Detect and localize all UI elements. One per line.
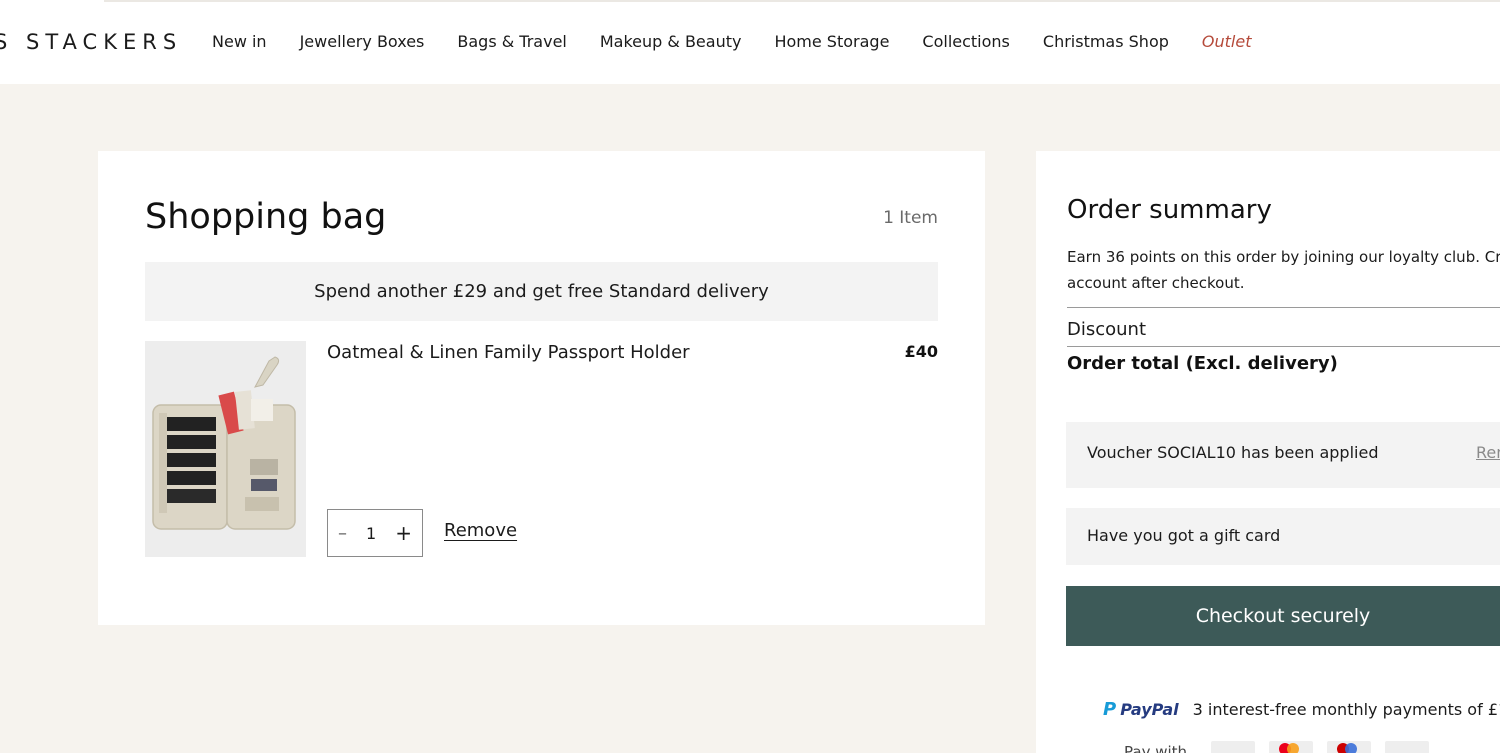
- order-summary-panel: Order summary Earn 36 points on this ord…: [1036, 151, 1500, 753]
- bag-item-count: 1 Item: [883, 208, 938, 228]
- product-name[interactable]: Oatmeal & Linen Family Passport Holder: [327, 342, 690, 363]
- shopping-bag-panel: Shopping bag 1 Item Spend another £29 an…: [98, 151, 985, 625]
- voucher-applied-box: Voucher SOCIAL10 has been applied Remove: [1066, 422, 1500, 488]
- order-summary-title: Order summary: [1067, 195, 1272, 225]
- paypal-pay-later[interactable]: P PayPal 3 interest-free monthly payment…: [1103, 699, 1500, 720]
- quantity-decrease-button[interactable]: –: [338, 523, 347, 544]
- voucher-text: Voucher SOCIAL10 has been applied: [1087, 443, 1379, 462]
- remove-item-link[interactable]: Remove: [444, 520, 517, 541]
- nav-home-storage[interactable]: Home Storage: [774, 32, 889, 51]
- paypal-brand: PayPal: [1120, 700, 1179, 719]
- main-nav: New in Jewellery Boxes Bags & Travel Mak…: [212, 32, 1284, 51]
- amex-icon: [1385, 741, 1429, 753]
- stackers-logo[interactable]: S STACKERS: [0, 30, 182, 54]
- site-header: S STACKERS New in Jewellery Boxes Bags &…: [0, 0, 1500, 84]
- maestro-icon: [1327, 741, 1371, 753]
- nav-outlet[interactable]: Outlet: [1202, 32, 1252, 51]
- loyalty-line-2: account after checkout.: [1067, 274, 1245, 292]
- quantity-value[interactable]: 1: [366, 524, 376, 543]
- summary-divider: [1067, 346, 1500, 347]
- checkout-securely-button[interactable]: Checkout securely: [1066, 586, 1500, 646]
- gift-card-label: Have you got a gift card: [1087, 526, 1281, 545]
- quantity-increase-button[interactable]: +: [395, 521, 412, 545]
- paypal-installments-text: 3 interest-free monthly payments of £1: [1192, 700, 1500, 719]
- nav-collections[interactable]: Collections: [922, 32, 1009, 51]
- loyalty-line-1: Earn 36 points on this order by joining …: [1067, 248, 1500, 266]
- payment-methods: [1211, 741, 1429, 753]
- summary-divider: [1067, 307, 1500, 308]
- discount-label: Discount: [1067, 319, 1147, 340]
- paypal-icon: P: [1103, 699, 1117, 720]
- gift-card-toggle[interactable]: Have you got a gift card: [1066, 508, 1500, 565]
- page-title: Shopping bag: [145, 197, 387, 237]
- loyalty-message: Earn 36 points on this order by joining …: [1067, 244, 1500, 296]
- pay-with-label: Pay with: [1124, 743, 1188, 753]
- voucher-remove-link[interactable]: Remove: [1476, 443, 1500, 462]
- header-divider: [104, 0, 1500, 2]
- product-price: £40: [904, 342, 938, 361]
- nav-bags-travel[interactable]: Bags & Travel: [457, 32, 566, 51]
- mastercard-icon: [1269, 741, 1313, 753]
- nav-makeup-beauty[interactable]: Makeup & Beauty: [600, 32, 742, 51]
- quantity-stepper: – 1 +: [327, 509, 423, 557]
- nav-christmas-shop[interactable]: Christmas Shop: [1043, 32, 1169, 51]
- nav-new-in[interactable]: New in: [212, 32, 267, 51]
- passport-holder-illustration: [145, 341, 306, 557]
- payment-card-icon: [1211, 741, 1255, 753]
- product-image-passport-holder[interactable]: [145, 341, 306, 557]
- free-delivery-banner: Spend another £29 and get free Standard …: [145, 262, 938, 321]
- nav-jewellery-boxes[interactable]: Jewellery Boxes: [300, 32, 425, 51]
- order-total-label: Order total (Excl. delivery): [1067, 353, 1338, 374]
- paypal-logo: P PayPal: [1103, 699, 1179, 720]
